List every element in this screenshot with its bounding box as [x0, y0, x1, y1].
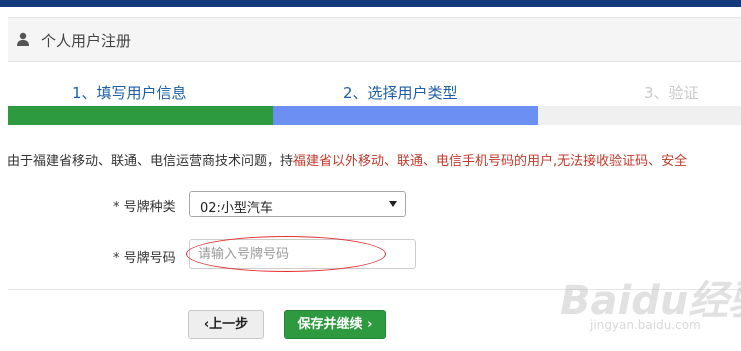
- panel-header: 个人用户注册: [8, 17, 741, 62]
- prev-button-label: 上一步: [209, 317, 249, 332]
- top-bar: [0, 0, 741, 7]
- step-1-segment: [8, 106, 273, 125]
- dropdown-arrow-icon: [389, 201, 397, 207]
- notice-text: 由于福建省移动、联通、电信运营商技术问题，持福建省以外移动、联通、电信手机号码的…: [7, 150, 687, 169]
- plate-number-label: * 号牌号码: [113, 251, 176, 266]
- plate-type-label: * 号牌种类: [113, 200, 176, 215]
- watermark-url: jingyan.baidu.com: [590, 318, 701, 332]
- page-title: 个人用户注册: [41, 32, 132, 50]
- notice-part-1: 由于福建省移动、联通、电信运营商技术问题，持: [7, 154, 294, 169]
- save-continue-label: 保存并继续: [297, 317, 363, 332]
- notice-part-3: 无法接收验证码、安全: [557, 154, 688, 169]
- prev-button[interactable]: ‹上一步: [188, 310, 264, 339]
- step-progress-bar: [8, 106, 741, 125]
- step-3-label: 3、验证: [644, 84, 699, 102]
- notice-part-2: 福建省以外移动、联通、电信手机号码的用户,: [293, 154, 558, 169]
- step-1-label: 1、填写用户信息: [72, 84, 187, 102]
- plate-type-select[interactable]: 02:小型汽车: [189, 191, 406, 217]
- user-icon: [17, 32, 29, 46]
- chevron-right-icon: ›: [367, 317, 373, 332]
- step-2-label: 2、选择用户类型: [343, 84, 458, 102]
- plate-type-value: 02:小型汽车: [200, 201, 273, 216]
- step-3-segment: [538, 106, 741, 125]
- step-2-segment: [273, 106, 538, 125]
- save-continue-button[interactable]: 保存并继续 ›: [284, 310, 386, 339]
- plate-number-input[interactable]: [189, 239, 416, 269]
